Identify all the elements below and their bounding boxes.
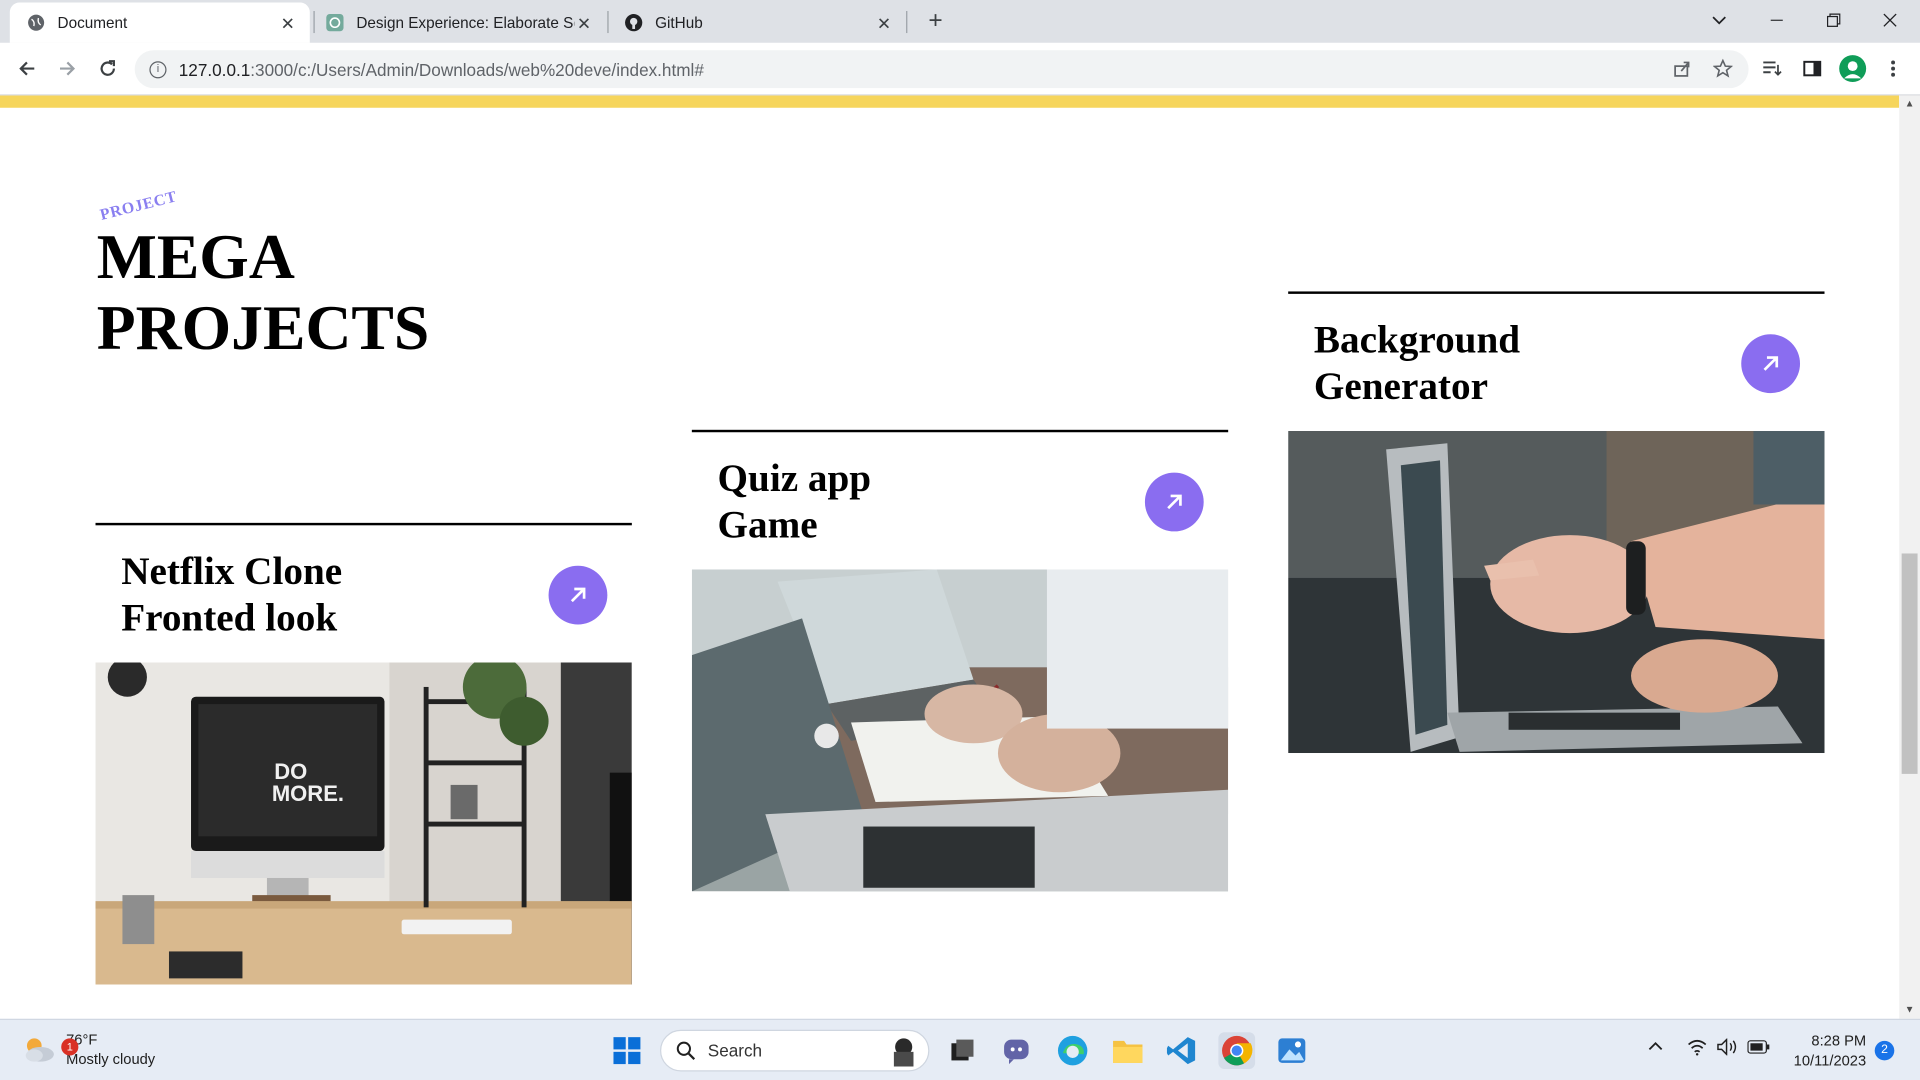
page-viewport: PROJECT MEGA PROJECTS Netflix Clone Fron… <box>0 95 1900 1019</box>
tab-separator <box>906 11 908 34</box>
edge-browser-icon[interactable] <box>1054 1032 1091 1069</box>
project-card-quiz: Quiz app Game <box>691 429 1229 892</box>
arrow-up-right-icon <box>570 587 586 603</box>
scroll-up-arrow-icon[interactable]: ▲ <box>1899 96 1920 113</box>
battery-icon[interactable] <box>1747 1040 1770 1058</box>
project-card-netflix: Netflix Clone Fronted look DO MORE. <box>95 522 632 985</box>
open-project-button[interactable] <box>1741 334 1801 394</box>
search-placeholder: Search <box>707 1040 763 1061</box>
bookmark-star-icon[interactable] <box>1707 53 1739 85</box>
back-arrow-icon[interactable] <box>11 53 43 85</box>
project-title-line: Background <box>1313 317 1521 362</box>
forward-arrow-icon[interactable] <box>51 53 83 85</box>
photos-icon[interactable] <box>1273 1032 1310 1069</box>
project-title-line: Generator <box>1313 363 1488 408</box>
show-hidden-icons-chevron-icon[interactable] <box>1648 1037 1663 1054</box>
scrollbar-thumb[interactable] <box>1901 553 1918 774</box>
section-kicker: PROJECT <box>97 186 179 224</box>
hand-pointing-laptop-image <box>1288 431 1825 754</box>
desk-imac-image: DO MORE. <box>95 662 632 985</box>
tab-title: GitHub <box>655 14 703 32</box>
close-window-button[interactable] <box>1861 0 1917 40</box>
card-header: Background Generator <box>1288 294 1824 431</box>
profile-avatar[interactable] <box>1839 55 1867 83</box>
project-title: Quiz app Game <box>718 454 1085 547</box>
side-panel-icon[interactable] <box>1796 53 1828 85</box>
reading-list-icon[interactable] <box>1756 53 1788 85</box>
arrow-up-right-icon <box>1167 494 1182 510</box>
close-tab-icon[interactable]: ✕ <box>874 13 894 33</box>
volume-icon[interactable] <box>1717 1037 1739 1059</box>
new-tab-button[interactable]: + <box>921 7 950 36</box>
clock-time: 8:28 PM <box>1811 1032 1867 1050</box>
laptops-hands-image <box>691 569 1229 892</box>
address-bar[interactable]: i 127.0.0.1:3000/c:/Users/Admin/Download… <box>134 50 1749 89</box>
taskbar-search[interactable]: Search <box>660 1029 930 1072</box>
tab-document[interactable]: Document ✕ <box>9 2 310 43</box>
project-image: DO MORE. <box>95 662 632 985</box>
url-path: :3000/c:/Users/Admin/Downloads/web%20dev… <box>250 59 704 79</box>
project-title-line: Game <box>717 502 818 547</box>
tab-title: Design Experience: Elaborate Se <box>356 14 575 32</box>
headline-line: PROJECTS <box>96 293 430 364</box>
restore-button[interactable] <box>1805 0 1861 40</box>
card-header: Netflix Clone Fronted look <box>96 525 632 662</box>
browser-toolbar: i 127.0.0.1:3000/c:/Users/Admin/Download… <box>0 42 1920 96</box>
tab-strip: Document ✕ Design Experience: Elaborate … <box>0 0 1920 43</box>
section-headline: MEGA PROJECTS <box>97 223 587 365</box>
reload-icon[interactable] <box>92 53 124 85</box>
project-title-line: Netflix Clone <box>121 548 343 593</box>
arrow-up-right-icon <box>1763 356 1779 371</box>
project-title-line: Fronted look <box>121 595 338 640</box>
open-project-button[interactable] <box>548 565 608 625</box>
url-host: 127.0.0.1 <box>178 59 251 79</box>
system-clock[interactable]: 8:28 PM 10/11/2023 <box>1788 1031 1866 1070</box>
close-tab-icon[interactable]: ✕ <box>574 13 594 33</box>
scroll-down-arrow-icon[interactable]: ▼ <box>1899 1002 1920 1019</box>
project-card-background-generator: Background Generator <box>1288 291 1825 754</box>
svg-text:MORE.: MORE. <box>272 781 344 806</box>
page-scrollbar[interactable]: ▲ ▼ <box>1899 95 1920 1019</box>
github-icon <box>624 13 643 32</box>
tab-title: Document <box>57 14 128 32</box>
windows-start-icon[interactable] <box>609 1032 646 1069</box>
weather-widget[interactable]: 1 76°F Mostly cloudy <box>22 1030 155 1069</box>
search-icon <box>676 1041 696 1060</box>
search-highlight-icon <box>893 1038 914 1067</box>
project-title: Netflix Clone Fronted look <box>121 547 488 640</box>
teams-chat-icon[interactable] <box>998 1032 1035 1069</box>
weather-condition: Mostly cloudy <box>66 1050 156 1068</box>
windows-taskbar: 1 76°F Mostly cloudy Search 8:28 PM 10/1… <box>0 1018 1920 1080</box>
task-view-icon[interactable] <box>944 1032 981 1069</box>
chrome-icon[interactable] <box>1218 1032 1256 1069</box>
wifi-icon[interactable] <box>1687 1038 1707 1059</box>
close-tab-icon[interactable]: ✕ <box>278 13 298 33</box>
tab-design-experience[interactable]: Design Experience: Elaborate Se ✕ <box>309 2 607 42</box>
notification-badge[interactable]: 2 <box>1874 1040 1895 1061</box>
minimize-button[interactable] <box>1749 0 1805 40</box>
weather-badge: 1 <box>61 1038 79 1056</box>
site-info-icon[interactable]: i <box>149 60 167 78</box>
project-title-line: Quiz app <box>717 455 872 500</box>
project-image <box>691 569 1229 892</box>
weather-temp: 76°F <box>66 1031 98 1049</box>
share-icon[interactable] <box>1667 53 1699 85</box>
open-project-button[interactable] <box>1144 472 1204 532</box>
globe-icon <box>27 13 45 31</box>
project-title: Background Generator <box>1314 316 1681 409</box>
vscode-icon[interactable] <box>1163 1032 1200 1069</box>
chatgpt-icon <box>326 13 344 32</box>
tab-github[interactable]: GitHub ✕ <box>607 2 906 42</box>
clock-date: 10/11/2023 <box>1793 1051 1867 1069</box>
tab-search-icon[interactable] <box>1691 0 1747 40</box>
card-header: Quiz app Game <box>692 432 1228 569</box>
yellow-top-border <box>0 95 1900 108</box>
file-explorer-icon[interactable] <box>1109 1032 1146 1069</box>
project-image <box>1288 431 1825 754</box>
menu-kebab-icon[interactable] <box>1877 53 1909 85</box>
headline-line: MEGA <box>96 222 295 293</box>
cloudy-weather-icon <box>25 1038 54 1062</box>
